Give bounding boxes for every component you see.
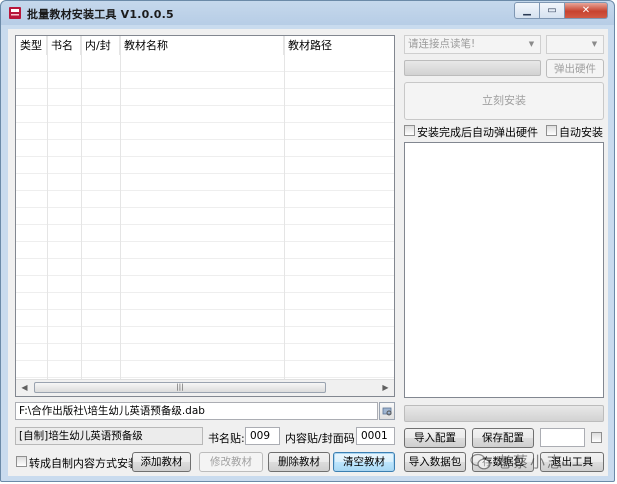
drive-select[interactable]: ▼ [546, 35, 604, 54]
horizontal-scrollbar[interactable]: ◀ ||| ▶ [16, 379, 394, 396]
import-data-package-button[interactable]: 导入数据包 [404, 452, 466, 472]
list-header: 类型 书名 内/封 教材名称 教材路径 [16, 36, 394, 55]
chevron-down-icon: ▼ [591, 40, 598, 48]
convert-selfmade-label: 转成自制内容方式安装 [29, 457, 139, 470]
column-header-book[interactable]: 书名 [47, 36, 81, 55]
install-log[interactable] [404, 142, 604, 398]
delete-textbook-button[interactable]: 删除教材 [268, 452, 330, 472]
client-area: 类型 书名 内/封 教材名称 教材路径 ◀ ||| ▶ F:\合作出版社\培生幼… [8, 29, 608, 476]
browse-button[interactable] [379, 402, 395, 420]
watermark: 老蔡小志 [470, 451, 564, 472]
chevron-down-icon: ▼ [528, 40, 535, 48]
wechat-logo-icon [470, 453, 491, 469]
add-textbook-button[interactable]: 添加教材 [132, 452, 191, 472]
install-now-button[interactable]: 立刻安装 [404, 82, 604, 120]
auto-install-label: 自动安装 [559, 126, 603, 139]
book-name-field: [自制]培生幼儿英语预备级 [15, 427, 203, 445]
minimize-button[interactable]: ▁ [514, 2, 540, 19]
auto-eject-checkbox[interactable] [404, 125, 415, 136]
column-header-type[interactable]: 类型 [16, 36, 47, 55]
app-window: 批量教材安装工具 V1.0.0.5 ▁ ▭ ✕ 类型 书名 内/封 教材名称 教… [0, 0, 615, 482]
content-cover-code-label: 内容贴/封面码: [285, 432, 359, 445]
auto-install-checkbox[interactable] [546, 125, 557, 136]
pen-device-select[interactable]: 请连接点读笔! ▼ [404, 35, 541, 54]
browse-folder-icon [382, 407, 392, 416]
file-path-field[interactable]: F:\合作出版社\培生幼儿英语预备级.dab [15, 402, 378, 420]
config-name-input[interactable] [540, 428, 585, 447]
column-header-textbook-name[interactable]: 教材名称 [120, 36, 284, 55]
book-sticker-label: 书名贴: [208, 432, 245, 445]
close-icon: ✕ [581, 5, 591, 16]
config-checkbox[interactable] [591, 432, 602, 443]
column-header-textbook-path[interactable]: 教材路径 [284, 36, 394, 55]
save-config-button[interactable]: 保存配置 [472, 428, 534, 448]
edit-textbook-button[interactable]: 修改教材 [199, 452, 263, 472]
app-book-icon [9, 7, 21, 19]
textbook-list[interactable]: 类型 书名 内/封 教材名称 教材路径 ◀ ||| ▶ [15, 35, 395, 397]
minimize-icon: ▁ [523, 5, 531, 16]
import-config-button[interactable]: 导入配置 [404, 428, 466, 448]
scroll-right-icon[interactable]: ▶ [378, 381, 393, 395]
window-title: 批量教材安装工具 V1.0.0.5 [27, 8, 174, 21]
device-progress-bar [404, 60, 541, 76]
content-cover-code-input[interactable]: 0001 [356, 427, 395, 445]
convert-selfmade-checkbox[interactable] [16, 456, 27, 467]
maximize-button[interactable]: ▭ [540, 2, 565, 19]
install-progress-bar [404, 405, 604, 422]
column-header-inner-cover[interactable]: 内/封 [81, 36, 120, 55]
list-body[interactable] [16, 55, 394, 379]
eject-hardware-button[interactable]: 弹出硬件 [546, 59, 604, 78]
auto-eject-label: 安装完成后自动弹出硬件 [417, 126, 538, 139]
clear-textbooks-button[interactable]: 清空教材 [333, 452, 395, 472]
book-sticker-input[interactable]: 009 [245, 427, 280, 445]
scroll-left-icon[interactable]: ◀ [17, 381, 32, 395]
scrollbar-thumb[interactable]: ||| [34, 382, 326, 393]
watermark-text: 老蔡小志 [496, 453, 565, 471]
title-bar[interactable]: 批量教材安装工具 V1.0.0.5 ▁ ▭ ✕ [1, 1, 614, 25]
close-button[interactable]: ✕ [565, 2, 608, 19]
maximize-icon: ▭ [547, 5, 557, 16]
